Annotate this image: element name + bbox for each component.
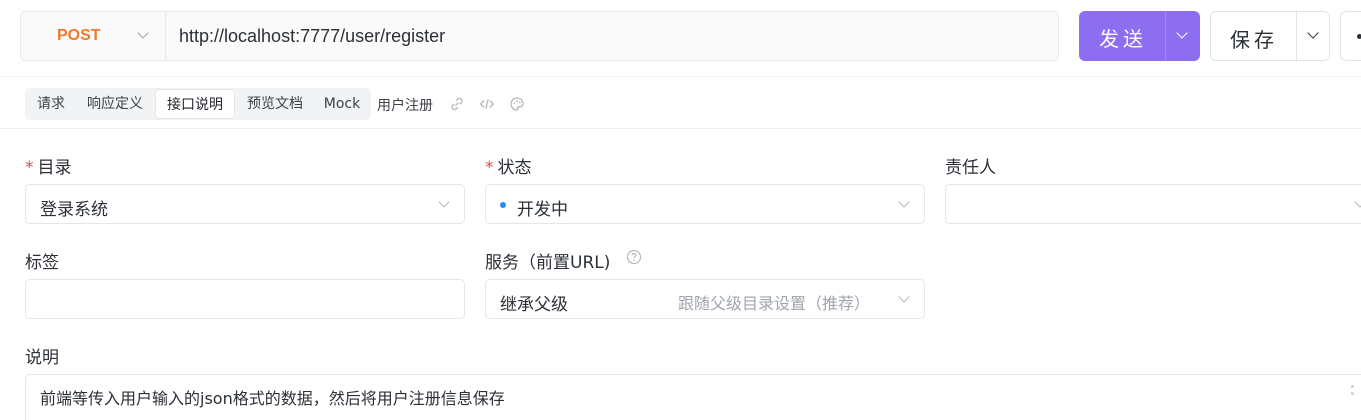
tab-request[interactable]: 请求 [27, 89, 75, 119]
directory-select[interactable]: 登录系统 [25, 184, 465, 224]
description-value: 前端等传入用户输入的json格式的数据，然后将用户注册信息保存 [40, 389, 505, 408]
status-select[interactable]: 开发中 [485, 184, 925, 224]
service-select[interactable]: 继承父级 跟随父级目录设置（推荐） [485, 279, 925, 319]
method-select[interactable]: POST [21, 12, 166, 60]
more-button[interactable] [1340, 11, 1361, 61]
save-button-label: 保存 [1230, 28, 1278, 52]
save-button[interactable]: 保存 [1210, 11, 1330, 61]
required-mark: * [25, 158, 34, 178]
status-label-text: 状态 [497, 158, 532, 178]
request-bar: POST http://localhost:7777/user/register… [0, 0, 1361, 76]
url-input-group: POST http://localhost:7777/user/register [20, 11, 1059, 61]
send-button-label: 发送 [1099, 27, 1147, 51]
tags-input[interactable] [25, 279, 465, 319]
service-value: 继承父级 [500, 295, 568, 315]
service-hint: 跟随父级目录设置（推荐） [678, 294, 871, 313]
required-mark: * [485, 158, 494, 178]
more-icon [1357, 34, 1361, 39]
api-name: 用户注册 [377, 98, 433, 114]
status-dot-icon [500, 202, 506, 208]
method-label: POST [57, 27, 101, 44]
palette-icon[interactable] [509, 96, 525, 112]
directory-label-text: 目录 [37, 158, 72, 178]
help-icon[interactable] [626, 249, 642, 265]
save-options-chevron-icon[interactable] [1307, 27, 1319, 39]
link-icon[interactable] [449, 96, 465, 112]
owner-label: 责任人 [945, 158, 996, 178]
tab-api-description[interactable]: 接口说明 [155, 89, 235, 119]
send-divider [1165, 11, 1166, 61]
tab-group: 请求 响应定义 接口说明 预览文档 Mock [25, 88, 371, 120]
chevron-down-icon [898, 196, 910, 208]
directory-value: 登录系统 [40, 200, 108, 220]
status-label: * 状态 [485, 153, 532, 178]
tags-label: 标签 [25, 253, 59, 273]
directory-label: * 目录 [25, 153, 72, 178]
tab-mock[interactable]: Mock [315, 89, 369, 119]
tab-preview-docs[interactable]: 预览文档 [237, 89, 313, 119]
url-input[interactable]: http://localhost:7777/user/register [179, 26, 445, 47]
chevron-down-icon [137, 27, 149, 39]
owner-select[interactable] [945, 184, 1361, 224]
resize-icon[interactable] [1351, 385, 1361, 395]
send-options-chevron-icon[interactable] [1176, 27, 1188, 39]
chevron-down-icon [438, 196, 450, 208]
description-label: 说明 [25, 348, 59, 368]
tab-response-definition[interactable]: 响应定义 [77, 89, 153, 119]
description-textarea[interactable]: 前端等传入用户输入的json格式的数据，然后将用户注册信息保存 [25, 374, 1361, 420]
chevron-down-icon [898, 291, 910, 303]
send-button[interactable]: 发送 [1079, 11, 1200, 61]
save-divider [1296, 12, 1297, 60]
service-label: 服务（前置URL) [485, 253, 611, 273]
status-value: 开发中 [517, 200, 568, 220]
tabs-row: 请求 响应定义 接口说明 预览文档 Mock 用户注册 [0, 76, 1361, 129]
chevron-down-icon [1354, 196, 1361, 208]
code-icon[interactable] [479, 96, 495, 112]
